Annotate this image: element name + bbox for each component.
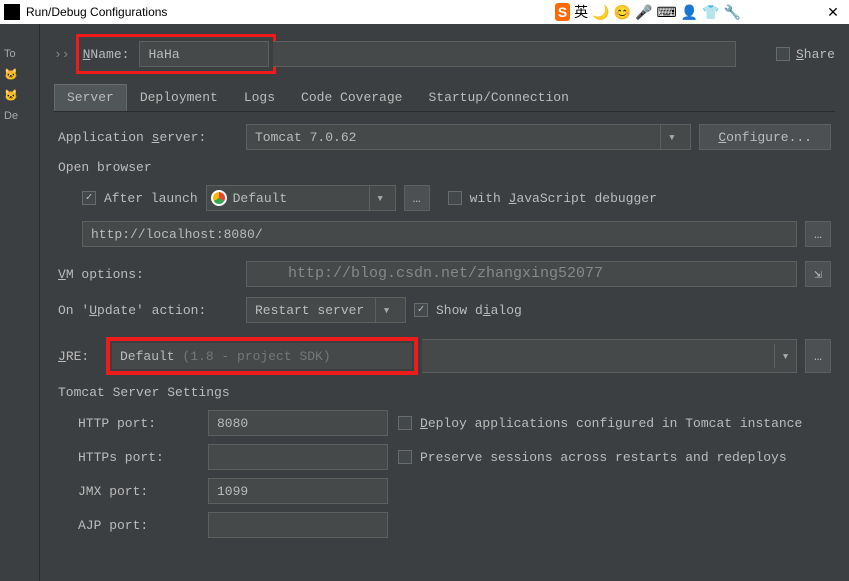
ime-icon: S	[555, 3, 570, 21]
tab-code-coverage[interactable]: Code Coverage	[288, 84, 415, 111]
app-server-value: Tomcat 7.0.62	[255, 130, 356, 145]
ajp-port-label: AJP port:	[78, 518, 198, 533]
tomcat-settings-legend: Tomcat Server Settings	[58, 385, 831, 400]
tab-startup-connection[interactable]: Startup/Connection	[415, 84, 581, 111]
configure-button[interactable]: Configure...	[699, 124, 831, 150]
jre-label: JRE:	[58, 349, 98, 364]
url-more-button[interactable]: …	[805, 221, 831, 247]
jre-select-ext[interactable]: ▾	[422, 339, 797, 373]
update-action-value: Restart server	[255, 303, 364, 318]
vm-expand-button[interactable]: ⇲	[805, 261, 831, 287]
face-icon: 😊	[614, 4, 631, 21]
browser-select[interactable]: Default ▾	[206, 185, 396, 211]
chevron-down-icon: ▾	[660, 125, 682, 149]
name-label: NName:	[83, 47, 130, 62]
preserve-sessions-label: Preserve sessions across restarts and re…	[420, 450, 787, 465]
url-input[interactable]	[82, 221, 797, 247]
jre-value: Default	[120, 349, 175, 364]
update-action-label: On 'Update' action:	[58, 303, 238, 318]
share-label: Share	[796, 47, 835, 62]
share-checkbox[interactable]	[776, 47, 790, 61]
chevron-down-icon: ▾	[774, 344, 796, 368]
wrench-icon: 🔧	[724, 4, 741, 21]
chrome-icon	[211, 190, 227, 206]
tab-server[interactable]: Server	[54, 84, 127, 111]
jre-more-button[interactable]: …	[805, 339, 831, 373]
ajp-port-input[interactable]	[208, 512, 388, 538]
after-launch-checkbox[interactable]	[82, 191, 96, 205]
show-dialog-checkbox[interactable]	[414, 303, 428, 317]
keyboard-icon: ⌨	[656, 4, 676, 21]
js-debugger-label: with JavaScript debugger	[470, 191, 657, 206]
app-server-select[interactable]: Tomcat 7.0.62 ▾	[246, 124, 691, 150]
sidebar-item[interactable]: To	[0, 44, 39, 64]
jmx-port-input[interactable]	[208, 478, 388, 504]
deploy-apps-label: Deploy applications configured in Tomcat…	[420, 416, 802, 431]
open-browser-legend: Open browser	[58, 160, 831, 175]
vm-options-label: VM options:	[58, 267, 238, 282]
window-title: Run/Debug Configurations	[26, 5, 167, 19]
app-server-label: Application server:	[58, 130, 238, 145]
https-port-label: HTTPs port:	[78, 450, 198, 465]
moon-icon: 🌙	[592, 4, 609, 21]
name-input-extended[interactable]	[273, 41, 736, 67]
mic-icon: 🎤	[635, 4, 652, 21]
browser-value: Default	[233, 191, 288, 206]
sidebar-item[interactable]: 🐱	[0, 85, 39, 106]
sidebar: To 🐱 🐱 De	[0, 24, 40, 581]
after-launch-label: After launch	[104, 191, 198, 206]
https-port-input[interactable]	[208, 444, 388, 470]
person-icon: 👤	[681, 4, 698, 21]
sidebar-item[interactable]: De	[0, 106, 39, 126]
shirt-icon: 👕	[702, 4, 719, 21]
sidebar-item[interactable]: 🐱	[0, 64, 39, 85]
jre-hint: (1.8 - project SDK)	[182, 349, 330, 364]
lang-indicator: 英	[574, 2, 588, 22]
jmx-port-label: JMX port:	[78, 484, 198, 499]
http-port-input[interactable]	[208, 410, 388, 436]
vm-options-input[interactable]	[246, 261, 797, 287]
close-button[interactable]: ✕	[821, 4, 845, 21]
chevron-down-icon: ▾	[369, 186, 391, 210]
deploy-apps-checkbox[interactable]	[398, 416, 412, 430]
tab-deployment[interactable]: Deployment	[127, 84, 231, 111]
http-port-label: HTTP port:	[78, 416, 198, 431]
js-debugger-checkbox[interactable]	[448, 191, 462, 205]
name-highlight: NName:	[76, 34, 276, 74]
jre-select-inner[interactable]: Default (1.8 - project SDK)	[112, 343, 412, 369]
browser-more-button[interactable]: …	[404, 185, 430, 211]
show-dialog-label: Show dialog	[436, 303, 522, 318]
tab-logs[interactable]: Logs	[231, 84, 288, 111]
update-action-select[interactable]: Restart server ▾	[246, 297, 406, 323]
collapse-icon[interactable]: ››	[54, 47, 70, 62]
ime-toolbar: S 英 🌙 😊 🎤 ⌨ 👤 👕 🔧	[555, 2, 741, 22]
tab-bar: Server Deployment Logs Code Coverage Sta…	[54, 84, 835, 112]
app-icon	[4, 4, 20, 20]
titlebar: Run/Debug Configurations S 英 🌙 😊 🎤 ⌨ 👤 👕…	[0, 0, 849, 24]
jre-highlight: Default (1.8 - project SDK)	[106, 337, 418, 375]
preserve-sessions-checkbox[interactable]	[398, 450, 412, 464]
name-input[interactable]	[139, 41, 268, 67]
chevron-down-icon: ▾	[375, 298, 397, 322]
